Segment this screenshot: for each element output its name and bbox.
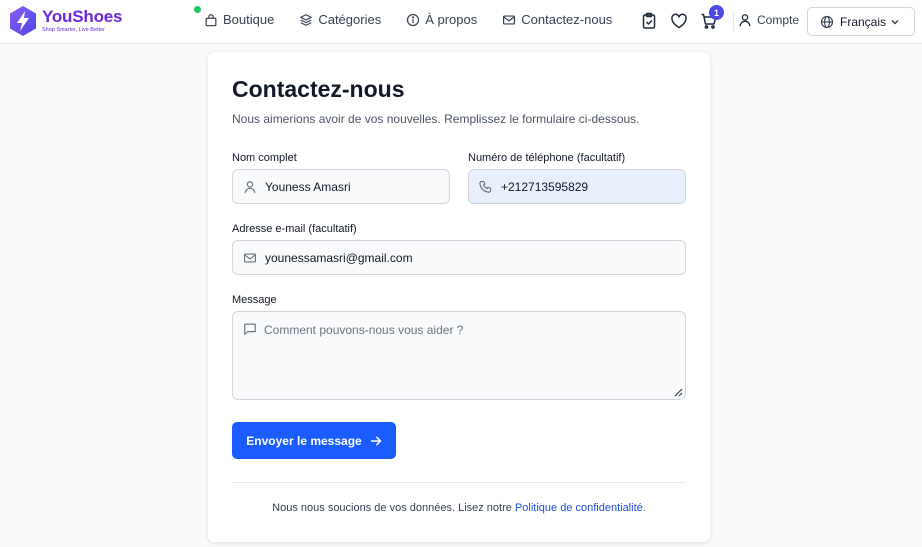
lightning-hexagon-icon bbox=[10, 6, 36, 36]
user-icon bbox=[739, 14, 751, 27]
main-nav: Boutique Catégories À propos Contactez-n… bbox=[204, 12, 637, 27]
email-label: Adresse e-mail (facultatif) bbox=[232, 223, 357, 235]
nav-label: À propos bbox=[425, 12, 478, 27]
phone-value: +212713595829 bbox=[501, 179, 589, 194]
message-textarea[interactable]: Comment pouvons-nous vous aider ? bbox=[232, 311, 686, 400]
chevron-down-icon bbox=[891, 20, 899, 25]
form-divider bbox=[232, 482, 686, 483]
heart-icon bbox=[671, 13, 687, 29]
message-placeholder: Comment pouvons-nous vous aider ? bbox=[264, 323, 464, 337]
message-label: Message bbox=[232, 294, 277, 306]
orders-button[interactable] bbox=[640, 12, 658, 30]
user-icon bbox=[244, 180, 256, 193]
clipboard-check-icon bbox=[642, 12, 656, 29]
nav-item-categories[interactable]: Catégories bbox=[299, 12, 381, 27]
cart-count-badge: 1 bbox=[709, 5, 724, 20]
header-actions: 1 bbox=[640, 5, 730, 30]
send-message-label: Envoyer le message bbox=[246, 433, 362, 448]
name-field[interactable]: Youness Amasri bbox=[232, 169, 450, 204]
language-value: Français bbox=[840, 14, 887, 29]
privacy-text: Nous nous soucions de vos données. Lisez… bbox=[272, 502, 515, 514]
mail-icon bbox=[244, 252, 256, 263]
nav-item-about[interactable]: À propos bbox=[406, 12, 477, 27]
online-status-dot bbox=[194, 6, 201, 13]
arrow-right-icon bbox=[370, 436, 381, 445]
account-label: Compte bbox=[757, 13, 800, 27]
nav-item-contact[interactable]: Contactez-nous bbox=[502, 12, 612, 27]
privacy-notice: Nous nous soucions de vos données. Lisez… bbox=[208, 502, 710, 514]
brand-name: YouShoes bbox=[42, 7, 123, 26]
name-value: Youness Amasri bbox=[265, 179, 351, 194]
nav-label: Boutique bbox=[223, 12, 275, 27]
privacy-suffix: . bbox=[642, 502, 646, 514]
nav-label: Catégories bbox=[318, 12, 382, 27]
info-icon bbox=[407, 13, 420, 26]
globe-icon bbox=[820, 15, 834, 28]
contact-form-card: Contactez-nous Nous aimerions avoir de v… bbox=[208, 52, 710, 542]
wishlist-button[interactable] bbox=[670, 12, 688, 30]
email-value: younessamasri@gmail.com bbox=[265, 250, 413, 265]
nav-label: Contactez-nous bbox=[521, 12, 613, 27]
page-subtitle: Nous aimerions avoir de vos nouvelles. R… bbox=[232, 112, 640, 126]
privacy-policy-link[interactable]: Politique de confidentialité bbox=[515, 502, 643, 514]
page-title: Contactez-nous bbox=[232, 76, 405, 102]
phone-icon bbox=[479, 180, 492, 193]
layers-icon bbox=[300, 13, 313, 26]
brand-tagline: Shop Smarter, Live Better bbox=[42, 27, 105, 33]
nav-item-boutique[interactable]: Boutique bbox=[204, 12, 274, 27]
language-selector[interactable]: Français bbox=[807, 7, 915, 36]
phone-field[interactable]: +212713595829 bbox=[468, 169, 686, 204]
send-message-button[interactable]: Envoyer le message bbox=[232, 422, 396, 459]
cart-button[interactable]: 1 bbox=[700, 5, 724, 30]
resize-grip-icon[interactable] bbox=[673, 387, 683, 397]
mail-icon bbox=[503, 14, 516, 25]
brand-logo[interactable]: YouShoes Shop Smarter, Live Better bbox=[8, 5, 122, 37]
top-header: YouShoes Shop Smarter, Live Better Bouti… bbox=[0, 0, 922, 44]
account-button[interactable]: Compte bbox=[738, 13, 799, 27]
name-label: Nom complet bbox=[232, 152, 297, 164]
phone-label: Numéro de téléphone (facultatif) bbox=[468, 152, 626, 164]
email-field[interactable]: younessamasri@gmail.com bbox=[232, 240, 686, 275]
message-square-icon bbox=[244, 323, 256, 335]
header-divider bbox=[733, 11, 734, 31]
bag-icon bbox=[205, 13, 217, 26]
